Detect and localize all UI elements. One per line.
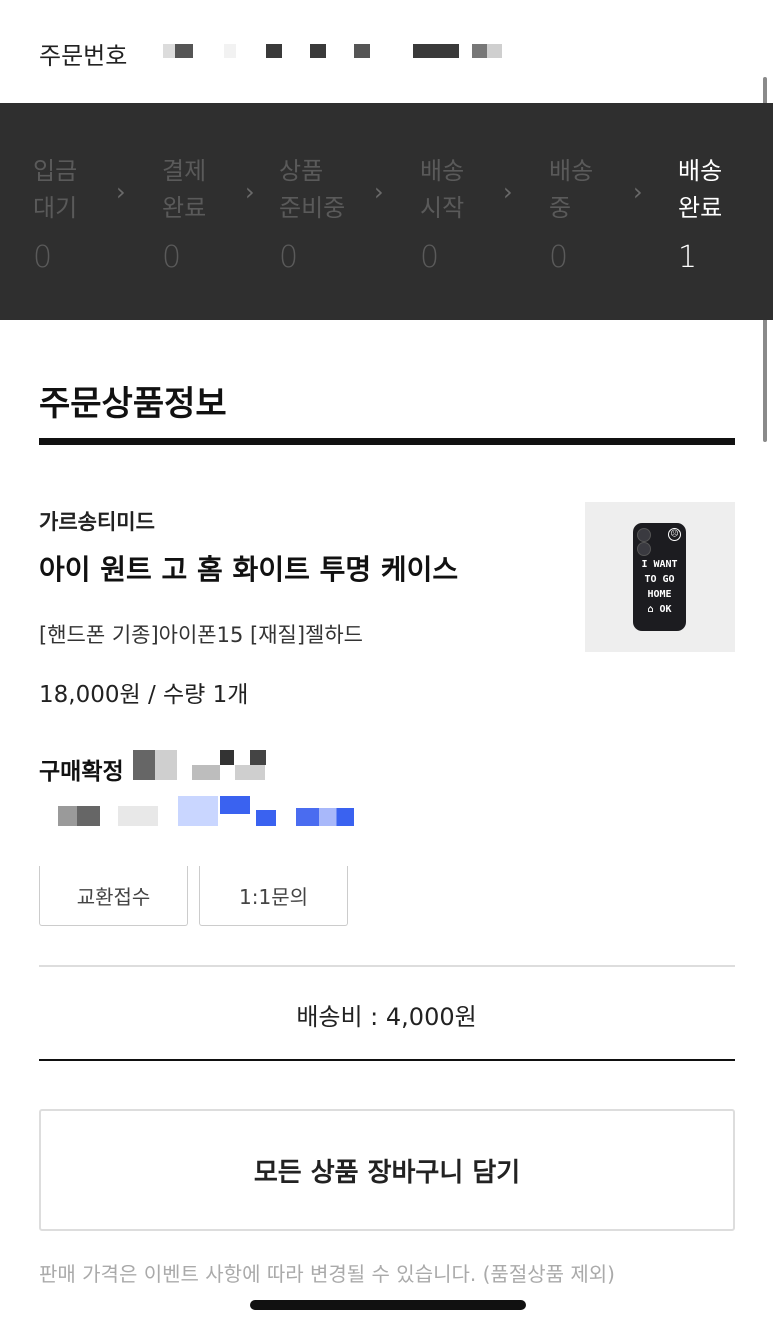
status-step-label: 입금 대기 xyxy=(33,157,78,222)
redacted-order-number xyxy=(163,44,193,58)
chevron-right-icon: › xyxy=(633,178,643,206)
order-number-row: 주문번호 xyxy=(0,0,773,103)
redacted-confirm-detail xyxy=(58,806,100,826)
chevron-right-icon: › xyxy=(503,178,513,206)
order-status-bar: 입금 대기 0 › 결제 완료 0 › 상품 준비중 0 › 배송 시작 0 ›… xyxy=(0,103,773,320)
product-name[interactable]: 아이 원트 고 홈 화이트 투명 케이스 xyxy=(39,548,458,588)
status-step-shipping-started[interactable]: 배송 시작 0 xyxy=(420,153,530,275)
exchange-request-button[interactable]: 교환접수 xyxy=(39,866,188,926)
product-price-quantity: 18,000원 / 수량 1개 xyxy=(39,682,249,708)
status-step-count: 0 xyxy=(33,240,53,275)
status-step-count: 1 xyxy=(678,240,698,275)
phone-case-image: ☹ I WANT TO GO HOME ⌂ OK xyxy=(633,523,686,631)
purchase-confirm-label: 구매확정 xyxy=(39,759,124,785)
status-step-label: 상품 준비중 xyxy=(279,157,346,222)
section-title: 주문상품정보 xyxy=(39,384,227,424)
shipping-fee: 배송비 : 4,000원 xyxy=(296,1003,477,1031)
status-step-in-transit[interactable]: 배송 중 0 xyxy=(549,153,659,275)
section-title-rule xyxy=(39,438,735,445)
status-step-payment-complete[interactable]: 결제 완료 0 xyxy=(162,153,272,275)
status-step-preparing[interactable]: 상품 준비중 0 xyxy=(279,153,389,275)
status-step-label: 배송 완료 xyxy=(678,157,723,222)
frown-face-icon: ☹ xyxy=(668,528,681,541)
status-step-count: 0 xyxy=(420,240,440,275)
divider xyxy=(39,965,735,967)
price-change-notice: 판매 가격은 이벤트 사항에 따라 변경될 수 있습니다. (품절상품 제외) xyxy=(39,1262,615,1286)
inquiry-button[interactable]: 1:1문의 xyxy=(199,866,348,926)
status-step-label: 결제 완료 xyxy=(162,157,207,222)
product-thumbnail[interactable]: ☹ I WANT TO GO HOME ⌂ OK xyxy=(585,502,735,652)
home-indicator[interactable] xyxy=(250,1300,526,1310)
redacted-confirm-date xyxy=(133,750,177,780)
status-step-count: 0 xyxy=(279,240,299,275)
status-step-count: 0 xyxy=(549,240,569,275)
status-step-delivered[interactable]: 배송 완료 1 xyxy=(678,153,773,275)
status-step-label: 배송 시작 xyxy=(420,157,465,222)
chevron-right-icon: › xyxy=(374,178,384,206)
phone-case-print-text: I WANT TO GO HOME ⌂ OK xyxy=(641,559,678,615)
add-all-to-cart-button[interactable]: 모든 상품 장바구니 담기 xyxy=(39,1109,735,1231)
product-brand[interactable]: 가르송티미드 xyxy=(39,506,155,536)
status-step-waiting-deposit[interactable]: 입금 대기 0 xyxy=(33,153,143,275)
chevron-right-icon: › xyxy=(245,178,255,206)
product-option: [핸드폰 기종]아이폰15 [재질]젤하드 xyxy=(39,623,364,647)
status-step-count: 0 xyxy=(162,240,182,275)
chevron-right-icon: › xyxy=(116,178,126,206)
divider xyxy=(39,1059,735,1061)
order-number-label: 주문번호 xyxy=(39,42,128,70)
